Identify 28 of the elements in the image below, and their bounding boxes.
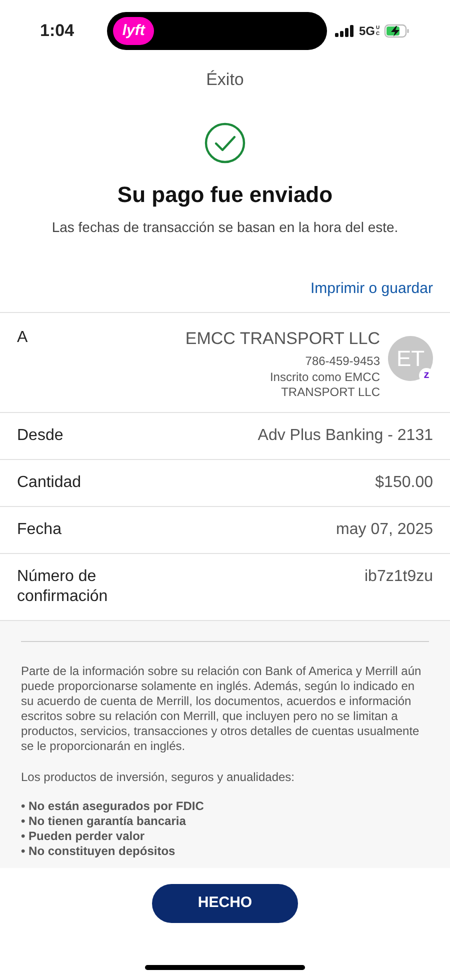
- print-link[interactable]: Imprimir o guardar: [310, 278, 433, 300]
- row-label: Cantidad: [17, 472, 82, 492]
- row-label: Fecha: [17, 520, 62, 540]
- network-label: 5G: [358, 23, 375, 40]
- signal-icon: [334, 25, 355, 37]
- confirmation-title: Su pago fue enviado: [117, 180, 333, 209]
- done-button[interactable]: HECHO: [152, 884, 298, 923]
- disclaimer-bullet: • No tienen garantía bancaria: [21, 814, 187, 828]
- row-label: A: [17, 328, 28, 348]
- disclaimer-bullet: • Pueden perder valor: [21, 828, 146, 844]
- recipient-enrollment: Inscrito como EMCC TRANSPORT LLC: [268, 370, 380, 400]
- recipient-name: EMCC TRANSPORT LLC: [185, 328, 380, 350]
- app-badge: lyft: [113, 16, 154, 46]
- disclaimer-intro: Los productos de inversión, seguros y anualidades:: [21, 770, 296, 784]
- row-label: Desde: [17, 426, 64, 446]
- disclaimer-bullet: • No están asegurados por FDIC: [21, 798, 205, 814]
- row-value: Adv Plus Banking - 2131: [258, 426, 433, 446]
- recipient-phone: 786-459-9453: [305, 352, 380, 370]
- confirmation-subtitle: Las fechas de transacción se basan en la hora del este.: [52, 218, 398, 236]
- row-label: Número de confirmación: [17, 566, 109, 606]
- page-title: Éxito: [206, 69, 244, 91]
- row-value: ib7z1t9zu: [364, 566, 433, 586]
- disclaimer-text: Parte de la información sobre su relación con Bank of America y Merrill aún puede proporcionarse solamente en inglés. Además, según lo indicado en su acuerdo de cuenta de Merrill, los documentos, acuerdos e información escritos sobre su relación con Merrill, que incluyen pero no se limitan a productos, servicios, transacciones y otros detalles de cuentas usualmente se le proporcionarán en inglés.: [21, 664, 422, 754]
- row-value: may 07, 2025: [336, 520, 433, 540]
- check-circle-icon: [204, 122, 246, 164]
- row-value: $150.00: [375, 472, 433, 492]
- status-time: 1:04: [40, 20, 76, 42]
- disclaimer-bullet: • No constituyen depósitos: [21, 844, 176, 858]
